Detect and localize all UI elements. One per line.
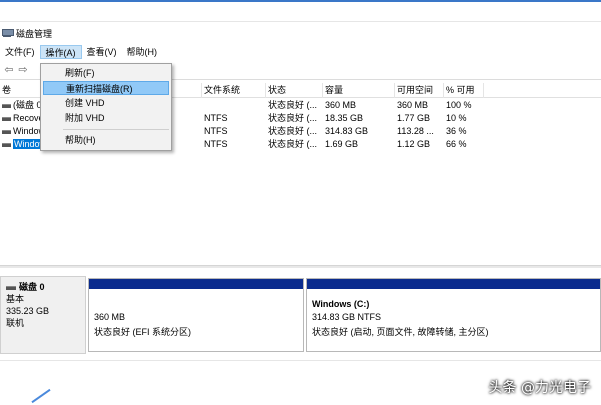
menu-item-attach-vhd[interactable]: 附加 VHD xyxy=(43,111,169,125)
title-bar: 磁盘管理 xyxy=(0,26,52,40)
menu-separator xyxy=(63,129,169,130)
disk-management-icon xyxy=(1,28,14,38)
partition-size: 360 MB xyxy=(94,312,126,322)
disk-size: 335.23 GB xyxy=(6,306,50,316)
volume-icon xyxy=(2,129,11,134)
partition-efi[interactable]: 360 MB 状态良好 (EFI 系统分区) xyxy=(88,278,304,352)
disk-info-panel[interactable]: 磁盘 0 基本 335.23 GB 联机 xyxy=(0,276,86,354)
menu-item-help[interactable]: 帮助(H) xyxy=(43,133,169,147)
forward-arrow-icon[interactable]: ⇨ xyxy=(16,63,30,77)
menu-file[interactable]: 文件(F) xyxy=(0,45,40,59)
menu-action[interactable]: 操作(A) xyxy=(39,45,82,59)
partition-status: 状态良好 (EFI 系统分区) xyxy=(94,327,191,337)
col-status[interactable]: 状态 xyxy=(266,83,323,98)
partition-title: Windows (C:) xyxy=(312,299,370,309)
disk-name: 磁盘 0 xyxy=(19,282,45,292)
col-percent[interactable]: % 可用 xyxy=(444,83,484,98)
disk-type: 基本 xyxy=(6,294,25,304)
disk-state: 联机 xyxy=(6,318,25,328)
top-edge xyxy=(0,0,601,22)
volume-icon xyxy=(2,142,11,147)
partition-status: 状态良好 (启动, 页面文件, 故障转储, 主分区) xyxy=(312,327,489,337)
disk-icon xyxy=(6,285,16,290)
window-title: 磁盘管理 xyxy=(16,28,53,39)
pane-divider[interactable] xyxy=(0,265,601,268)
menu-view[interactable]: 查看(V) xyxy=(82,45,122,59)
volume-icon xyxy=(2,116,11,121)
menu-help[interactable]: 帮助(H) xyxy=(122,45,163,59)
partition-size: 314.83 GB NTFS xyxy=(312,312,382,322)
col-capacity[interactable]: 容量 xyxy=(323,83,395,98)
menu-item-rescan-disks[interactable]: 重新扫描磁盘(R) xyxy=(43,81,169,95)
action-context-menu: 刷新(F) 重新扫描磁盘(R) 创建 VHD 附加 VHD 帮助(H) xyxy=(40,63,172,151)
menu-bar: 文件(F) 操作(A) 查看(V) 帮助(H) xyxy=(0,44,162,60)
menu-item-refresh[interactable]: 刷新(F) xyxy=(43,66,169,80)
volume-icon xyxy=(2,103,11,108)
col-free[interactable]: 可用空间 xyxy=(395,83,444,98)
watermark: 头条 @力光电子 xyxy=(488,380,591,396)
partition-windows[interactable]: Windows (C:) 314.83 GB NTFS 状态良好 (启动, 页面… xyxy=(306,278,601,352)
col-filesystem[interactable]: 文件系统 xyxy=(202,83,266,98)
menu-item-create-vhd[interactable]: 创建 VHD xyxy=(43,96,169,110)
back-arrow-icon[interactable]: ⇦ xyxy=(2,63,16,77)
